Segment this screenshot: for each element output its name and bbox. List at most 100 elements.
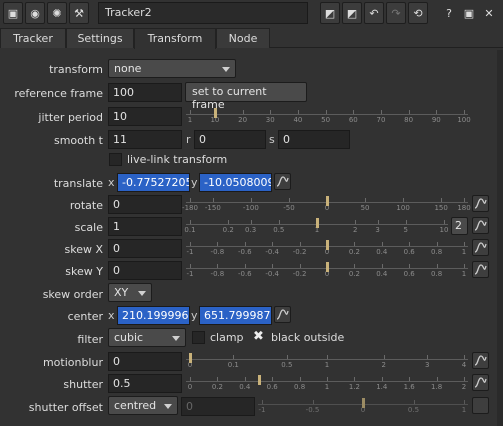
slider-tick [353, 110, 355, 114]
slider-handle[interactable] [316, 218, 319, 228]
viewer-toggle-button[interactable]: ◉ [25, 2, 45, 24]
shutter-label: shutter [63, 378, 103, 391]
shutter-animation-button[interactable] [472, 374, 489, 391]
undo-button[interactable]: ↶ [364, 2, 384, 24]
smooth-s-input[interactable]: 0 [278, 130, 350, 149]
rotate-animation-button[interactable] [472, 195, 489, 212]
motionblur-slider[interactable]: 0 0.1 0.5 1 2 3 4 [186, 351, 468, 371]
slider-tick [464, 242, 465, 246]
slider-tick-label: 0.2 [211, 383, 223, 391]
jitter-period-slider[interactable]: 1 10 20 30 40 50 60 70 80 90 100 [186, 106, 471, 126]
slider-handle[interactable] [326, 240, 329, 250]
skew-y-input[interactable]: 0 [108, 261, 182, 280]
close-button[interactable]: ✕ [480, 2, 498, 24]
slider-tick [190, 242, 191, 246]
set-to-current-frame-button[interactable]: set to current frame [185, 82, 307, 111]
help-button[interactable]: ? [440, 2, 458, 24]
slider-tick [212, 198, 214, 202]
smooth-t-input[interactable]: 11 [108, 130, 182, 149]
translate-label: translate [53, 177, 103, 190]
curve-icon [276, 309, 289, 320]
slider-handle[interactable] [326, 262, 329, 272]
scale-channels-button[interactable]: 2 [451, 217, 468, 235]
motionblur-input[interactable]: 0 [108, 352, 182, 371]
color-swatch-1[interactable]: ◩ [320, 2, 340, 24]
slider-tick [403, 198, 405, 202]
reference-frame-input[interactable]: 100 [108, 83, 182, 102]
wrench-button[interactable]: ⚒ [69, 2, 89, 24]
float-button[interactable]: ▣ [460, 2, 478, 24]
shutter-slider[interactable]: 0 0.2 0.4 0.6 0.8 1 1.2 1.4 1.6 1.8 2 [186, 373, 468, 393]
color-swatch-2[interactable]: ◩ [342, 2, 362, 24]
clamp-checkbox[interactable] [192, 331, 205, 344]
jitter-period-input[interactable]: 10 [108, 107, 182, 126]
bug-button[interactable]: ✺ [47, 2, 67, 24]
curve-icon [474, 242, 487, 253]
shutter-offset-dropdown[interactable]: centred [108, 396, 178, 415]
slider-handle[interactable] [326, 196, 329, 206]
tab-transform[interactable]: Transform [134, 28, 216, 49]
skew-x-animation-button[interactable] [472, 239, 489, 256]
slider-tick [272, 377, 274, 381]
redo-button[interactable]: ↷ [386, 2, 406, 24]
curve-icon [276, 176, 289, 187]
live-link-checkbox[interactable] [109, 153, 122, 166]
slider-tick [327, 377, 328, 381]
skew-y-animation-button[interactable] [472, 261, 489, 278]
slider-tick-label: 0.4 [376, 270, 388, 278]
center-y-input[interactable]: 651.7999877 [199, 306, 272, 325]
motionblur-animation-button[interactable] [472, 352, 489, 369]
slider-tick [217, 264, 219, 268]
skew-order-dropdown[interactable]: XY [108, 283, 152, 302]
scale-input[interactable]: 1 [108, 217, 182, 236]
translate-y-input[interactable]: -10.0508009 [199, 173, 272, 192]
skew-y-slider[interactable]: -1 -0.8 -0.6 -0.4 -0.2 0 0.2 0.4 0.6 0.8 1 [186, 260, 468, 280]
curve-icon [474, 355, 487, 366]
slider-tick-label: 0.5 [407, 406, 420, 414]
smooth-r-input[interactable]: 0 [194, 130, 266, 149]
shutter-input[interactable]: 0.5 [108, 374, 182, 393]
skew-x-input[interactable]: 0 [108, 239, 182, 258]
slider-handle[interactable] [362, 398, 365, 408]
filter-dropdown[interactable]: cubic [108, 328, 186, 347]
translate-x-input[interactable]: -0.77527205 [117, 173, 190, 192]
slider-tick [327, 355, 328, 359]
slider-handle[interactable] [257, 375, 261, 385]
slider-tick [409, 377, 411, 381]
node-icon-button[interactable]: ▣ [3, 2, 23, 24]
black-outside-checkbox[interactable]: ✖ [253, 329, 264, 344]
curve-icon [474, 220, 487, 231]
slider-tick [250, 198, 252, 202]
revert-button[interactable]: ⟲ [408, 2, 428, 24]
center-x-input[interactable]: 210.1999969 [117, 306, 190, 325]
transform-dropdown[interactable]: none [108, 59, 236, 78]
slider-handle[interactable] [189, 353, 192, 363]
node-name-field[interactable]: Tracker2 [98, 2, 308, 24]
skew-y-label: skew Y [65, 265, 103, 278]
slider-tick-label: -0.5 [305, 406, 320, 414]
skew-x-slider[interactable]: -1 -0.8 -0.6 -0.4 -0.2 0 0.2 0.4 0.6 0.8 1 [186, 238, 468, 258]
translate-x-label: x [108, 176, 115, 189]
scale-slider[interactable]: 0.1 0.2 0.3 0.5 1 2 3 5 10 [184, 216, 448, 236]
tab-tracker[interactable]: Tracker [0, 28, 66, 48]
tab-settings[interactable]: Settings [66, 28, 134, 48]
rotate-slider[interactable]: -180 -150 -100 -50 0 50 100 150 180 [182, 194, 471, 214]
translate-animation-button[interactable] [274, 173, 291, 190]
rotate-input[interactable]: 0 [108, 195, 182, 214]
slider-tick [405, 220, 407, 224]
help-icon: ? [446, 6, 452, 20]
slider-tick-label: 4 [461, 361, 467, 369]
shutter-offset-animation-button[interactable] [472, 397, 489, 414]
center-animation-button[interactable] [274, 306, 291, 323]
scale-animation-button[interactable] [472, 217, 489, 234]
scrollbar[interactable] [497, 50, 503, 426]
tab-node[interactable]: Node [216, 28, 270, 48]
slider-tick [413, 400, 415, 404]
slider-track [186, 359, 468, 360]
slider-tick-label: 1 [324, 383, 330, 391]
node-icon: ▣ [7, 6, 19, 20]
slider-handle[interactable] [213, 108, 217, 118]
slider-tick [464, 377, 465, 381]
slider-tick [354, 264, 356, 268]
reference-frame-label: reference frame [14, 87, 103, 100]
